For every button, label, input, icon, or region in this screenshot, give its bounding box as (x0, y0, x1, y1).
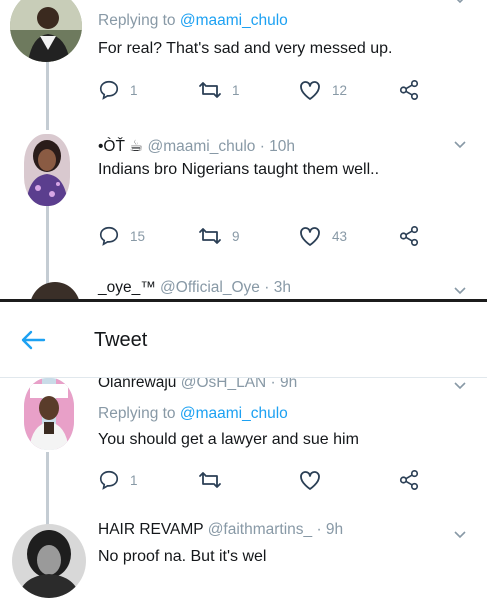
top-thread-panel: Replying to @maami_chulo For real? That'… (0, 0, 487, 300)
reply-button[interactable]: 1 (98, 468, 138, 492)
replying-to: Replying to @maami_chulo (98, 405, 288, 422)
thread-line (46, 206, 49, 284)
author-name: •ÒŤ ☕ (98, 138, 144, 155)
retweet-button[interactable]: 1 (198, 78, 240, 102)
retweet-button[interactable]: 9 (198, 224, 240, 248)
reply-icon (99, 226, 119, 246)
tweet-actions: 15 9 43 (98, 224, 428, 248)
reply-count: 15 (130, 228, 146, 244)
chevron-down-icon[interactable] (452, 0, 468, 8)
mention-link[interactable]: @maami_chulo (180, 12, 288, 29)
avatar[interactable] (10, 0, 82, 62)
like-count: 43 (332, 228, 348, 244)
app-header: Tweet (0, 302, 487, 378)
avatar-photo (24, 378, 74, 450)
avatar-photo (24, 134, 70, 206)
chevron-down-icon[interactable] (452, 283, 468, 299)
like-count: 12 (332, 82, 348, 98)
retweet-icon (199, 472, 221, 488)
like-button[interactable]: 43 (298, 224, 347, 248)
tweet-actions: 1 (98, 468, 428, 492)
reply-button[interactable]: 15 (98, 224, 145, 248)
retweet-button[interactable] (198, 468, 222, 492)
avatar-photo (10, 0, 82, 62)
avatar[interactable] (12, 524, 86, 598)
avatar[interactable] (30, 282, 80, 300)
share-button[interactable] (398, 468, 420, 492)
author-handle: @faithmartins_ (207, 521, 313, 538)
reply-count: 1 (130, 472, 138, 488)
reply-icon (99, 470, 119, 490)
heart-icon (300, 471, 320, 490)
back-arrow-icon[interactable] (20, 328, 46, 352)
author-name: HAIR REVAMP (98, 521, 204, 538)
tweet-author[interactable]: HAIR REVAMP @faithmartins_ · 9h (98, 521, 343, 539)
bottom-thread-panel: Tweet Olanrewaju @OsH_LAN · 9h Replying … (0, 302, 487, 601)
share-icon (399, 470, 419, 490)
share-icon (399, 80, 419, 100)
tweet-text: For real? That's sad and very messed up. (98, 40, 393, 57)
tweet-time: · 9h (312, 521, 344, 538)
avatar[interactable] (24, 378, 74, 450)
thread-line (46, 58, 49, 130)
tweet-text: No proof na. But it's wel (98, 548, 267, 565)
tweet-text: Indians bro Nigerians taught them well.. (98, 161, 380, 178)
chevron-down-icon[interactable] (452, 378, 468, 394)
reply-icon (99, 80, 119, 100)
tweet-time: · 10h (255, 138, 296, 155)
avatar-photo (12, 524, 86, 598)
heart-icon (300, 81, 320, 100)
reply-count: 1 (130, 82, 138, 98)
retweet-count: 9 (232, 228, 240, 244)
like-button[interactable]: 12 (298, 78, 347, 102)
tweet-time: · 3h (259, 279, 291, 296)
author-name: _oye_™ (98, 279, 156, 296)
reply-button[interactable]: 1 (98, 78, 138, 102)
thread-line (46, 452, 49, 526)
tweet-author[interactable]: _oye_™ @Official_Oye · 3h (98, 279, 291, 297)
retweet-icon (199, 82, 221, 98)
replying-to: Replying to @maami_chulo (98, 12, 288, 29)
share-button[interactable] (398, 224, 420, 248)
share-icon (399, 226, 419, 246)
avatar[interactable] (24, 134, 70, 206)
chevron-down-icon[interactable] (452, 527, 468, 543)
mention-link[interactable]: @maami_chulo (180, 405, 288, 422)
retweet-icon (199, 228, 221, 244)
heart-icon (300, 227, 320, 246)
author-handle: @Official_Oye (160, 279, 260, 296)
tweet-text: You should get a lawyer and sue him (98, 431, 359, 448)
author-handle: @maami_chulo (147, 138, 256, 155)
tweet-author[interactable]: •ÒŤ ☕ @maami_chulo · 10h (98, 137, 295, 156)
retweet-count: 1 (232, 82, 240, 98)
tweet-actions: 1 1 12 (98, 78, 428, 102)
like-button[interactable] (298, 468, 322, 492)
chevron-down-icon[interactable] (452, 137, 468, 153)
page-title: Tweet (94, 329, 148, 351)
share-button[interactable] (398, 78, 420, 102)
